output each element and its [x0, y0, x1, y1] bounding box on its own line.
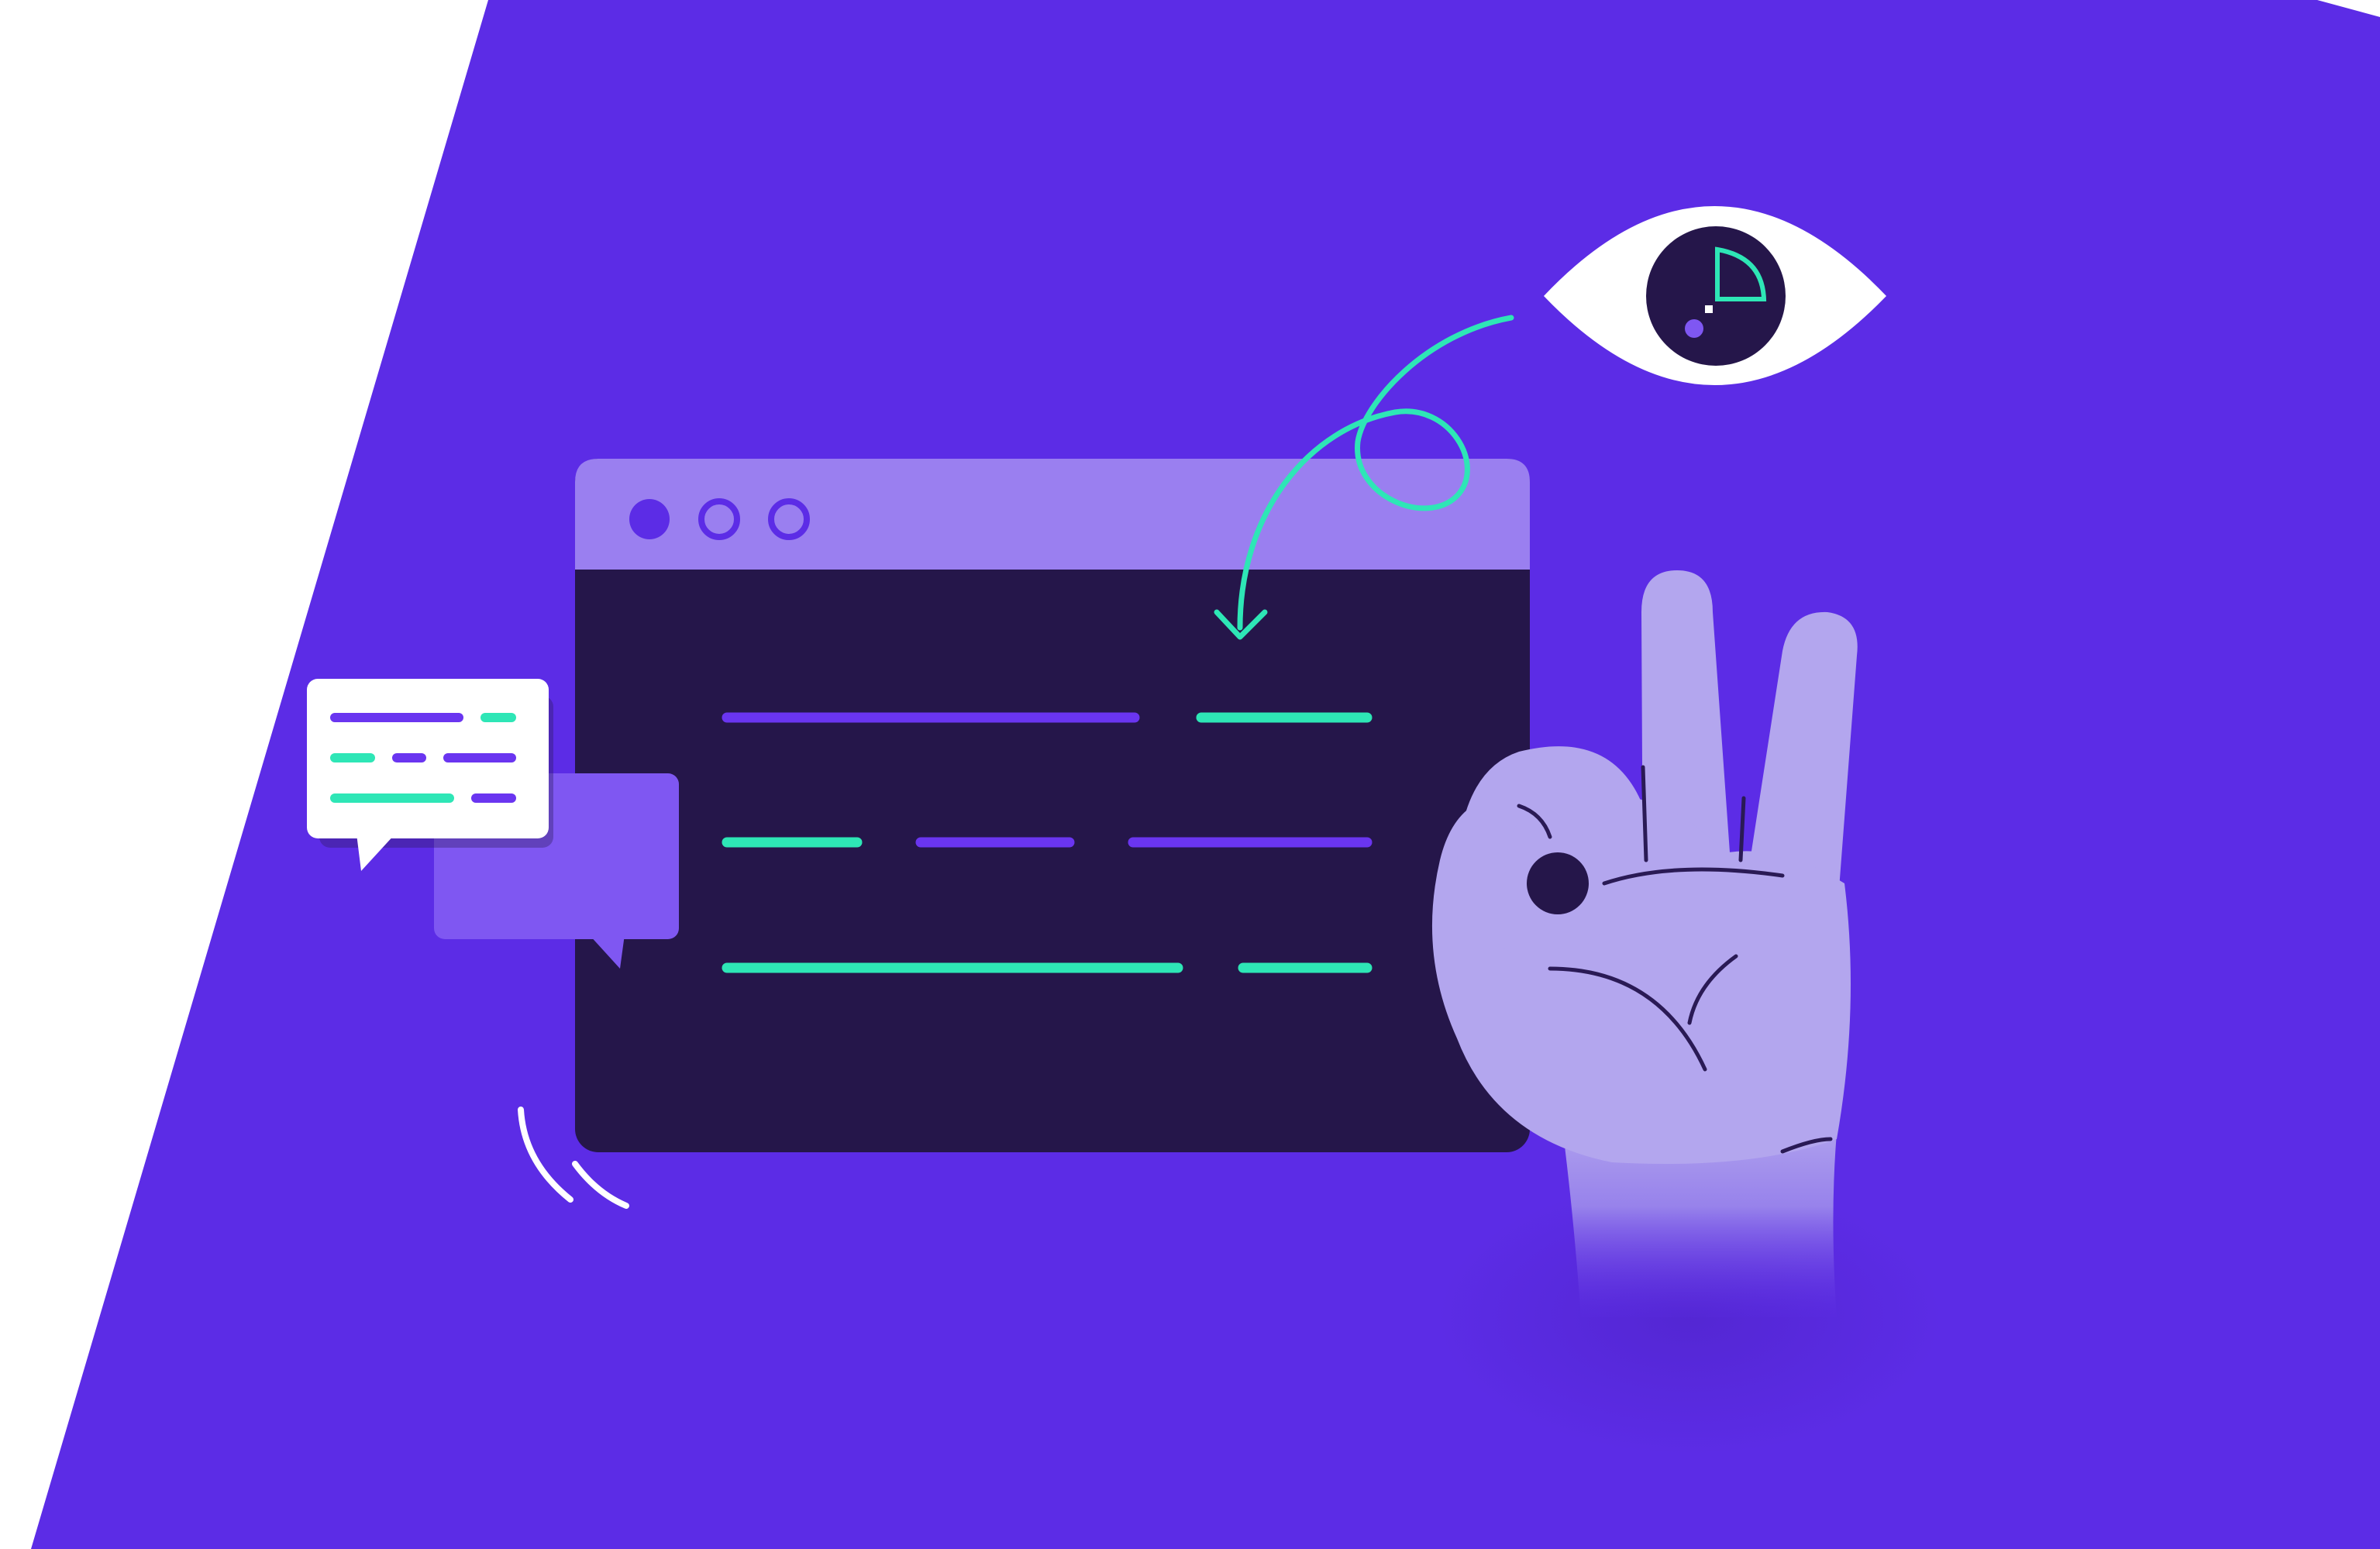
chat-bubble-icon [307, 679, 553, 871]
browser-window [575, 459, 1530, 1152]
illustration-canvas [0, 0, 2380, 1549]
illustration-svg [0, 0, 2380, 1549]
window-titlebar [575, 459, 1530, 570]
ok-gap [1527, 852, 1589, 914]
window-dot-icon [629, 499, 670, 539]
